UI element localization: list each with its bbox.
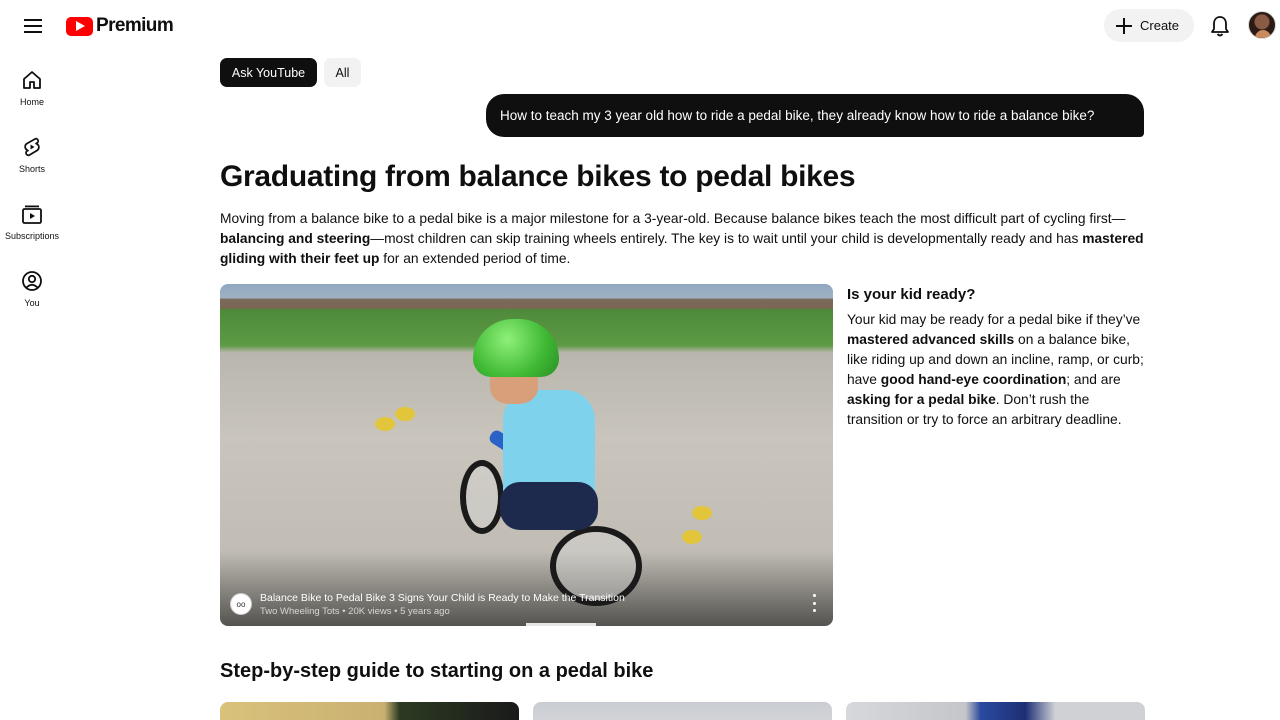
chip-all[interactable]: All <box>324 58 361 87</box>
answer-intro: Moving from a balance bike to a pedal bi… <box>220 209 1150 269</box>
step-video-thumbnail[interactable] <box>220 702 519 720</box>
sidebar-item-you[interactable]: You <box>0 257 64 315</box>
answer-title: Graduating from balance bikes to pedal b… <box>220 160 856 193</box>
sidebar-item-label: Subscriptions <box>4 231 60 241</box>
step-video-thumbnail[interactable] <box>533 702 832 720</box>
video-title[interactable]: Balance Bike to Pedal Bike 3 Signs Your … <box>260 592 625 604</box>
create-label: Create <box>1140 18 1180 33</box>
sidebar-item-label: You <box>24 298 40 308</box>
user-query-bubble: How to teach my 3 year old how to ride a… <box>486 94 1144 137</box>
avatar[interactable] <box>1248 11 1276 39</box>
channel-name[interactable]: Two Wheeling Tots <box>260 606 340 617</box>
more-options-icon[interactable] <box>809 594 819 612</box>
video-meta: Balance Bike to Pedal Bike 3 Signs Your … <box>260 592 625 617</box>
steps-section-title: Step-by-step guide to starting on a peda… <box>220 660 654 682</box>
subscriptions-icon <box>20 202 44 226</box>
youtube-premium-logo[interactable]: Premium <box>66 14 174 38</box>
side-bold: asking for a pedal bike <box>847 392 996 407</box>
intro-text: —most children can skip training wheels … <box>370 231 1083 246</box>
bell-icon[interactable] <box>1207 13 1233 39</box>
plus-icon <box>1116 17 1132 34</box>
channel-avatar[interactable]: oo <box>230 593 252 615</box>
sidebar-item-subscriptions[interactable]: Subscriptions <box>0 190 64 248</box>
you-icon <box>20 269 44 293</box>
side-text: ; and are <box>1066 372 1121 387</box>
home-icon <box>20 68 44 92</box>
intro-bold: balancing and steering <box>220 231 371 246</box>
intro-text: for an extended period of time. <box>379 251 571 266</box>
intro-text: Moving from a balance bike to a pedal bi… <box>220 211 1126 226</box>
view-count: 20K views <box>348 605 392 617</box>
side-text: Your kid may be ready for a pedal bike i… <box>847 312 1141 327</box>
chip-ask-youtube[interactable]: Ask YouTube <box>220 58 317 87</box>
side-bold: good hand-eye coordination <box>880 372 1067 387</box>
upload-age: 5 years ago <box>400 605 450 617</box>
carousel-indicator <box>526 623 596 626</box>
side-panel-text: Your kid may be ready for a pedal bike i… <box>847 310 1147 430</box>
sidebar-item-label: Shorts <box>18 164 45 174</box>
separator: • <box>342 605 346 617</box>
sidebar-item-home[interactable]: Home <box>0 56 64 114</box>
side-panel-title: Is your kid ready? <box>847 286 976 303</box>
video-info: oo Balance Bike to Pedal Bike 3 Signs Yo… <box>220 582 833 626</box>
logo-text: Premium <box>96 15 174 36</box>
youtube-play-icon <box>66 16 93 36</box>
shorts-icon <box>20 135 44 159</box>
video-card[interactable]: oo Balance Bike to Pedal Bike 3 Signs Yo… <box>220 284 833 626</box>
video-subtitle: Two Wheeling Tots • 20K views • 5 years … <box>260 606 625 617</box>
hamburger-menu-icon[interactable] <box>20 13 46 39</box>
create-button[interactable]: Create <box>1104 9 1194 42</box>
separator: • <box>394 605 398 617</box>
sidebar-item-shorts[interactable]: Shorts <box>0 123 64 181</box>
top-bar: Premium Create <box>0 0 1280 52</box>
step-video-thumbnail[interactable] <box>846 702 1145 720</box>
sidebar-item-label: Home <box>19 97 44 107</box>
side-bold: mastered advanced skills <box>847 332 1015 347</box>
